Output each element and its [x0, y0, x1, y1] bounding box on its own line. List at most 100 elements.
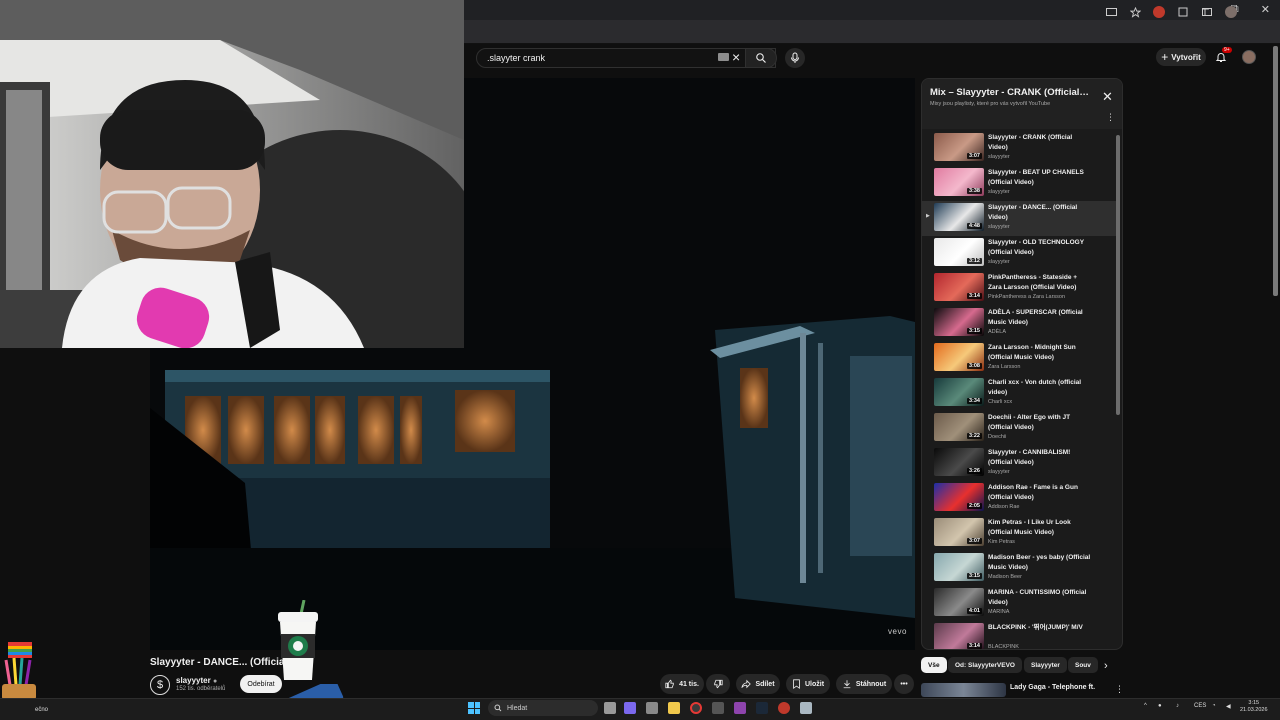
playlist-item-thumbnail[interactable]: 3:34 — [934, 378, 984, 406]
taskbar-clock[interactable]: 3:15 21.03.2026 — [1240, 700, 1268, 714]
sidebar-icon[interactable] — [1200, 5, 1214, 19]
save-label: Uložit — [804, 680, 825, 688]
playlist-item[interactable]: 3:12 Slayyyter - OLD TECHNOLOGY (Official… — [922, 236, 1116, 271]
playlist-item-title: ADÈLA - SUPERSCAR (Official Music Video) — [988, 309, 1083, 326]
app-icon-4[interactable] — [800, 702, 812, 714]
search-input[interactable]: .slayyter crank — [476, 48, 776, 68]
playlist-item[interactable]: 3:08 Zara Larsson - Midnight Sun (Officia… — [922, 341, 1116, 376]
task-view-icon[interactable] — [604, 702, 616, 714]
playlist-item-thumbnail[interactable]: 3:26 — [934, 448, 984, 476]
playlist-item-thumbnail[interactable]: 3:07 — [934, 518, 984, 546]
playlist-item[interactable]: 3:07 Kim Petras - I Like Ur Look (Officia… — [922, 516, 1116, 551]
playlist-item[interactable]: 3:34 Charli xcx - Von dutch (official vid… — [922, 376, 1116, 411]
next-video-thumbnail[interactable] — [921, 683, 1006, 697]
file-explorer-icon[interactable] — [668, 702, 680, 714]
playlist-item-duration: 3:15 — [966, 573, 982, 579]
next-video-menu-icon[interactable]: ⋮ — [1115, 684, 1124, 695]
playlist-item-thumbnail[interactable]: 3:14 — [934, 273, 984, 301]
chevron-right-icon[interactable]: › — [1104, 660, 1108, 672]
dislike-button[interactable] — [706, 674, 730, 694]
save-button[interactable]: Uložit — [786, 674, 830, 694]
playlist-item[interactable]: 3:14 PinkPantheress - Stateside + Zara La… — [922, 271, 1116, 306]
playlist-item-thumbnail[interactable]: 3:15 — [934, 553, 984, 581]
taskbar-weather-text[interactable]: ečno — [35, 707, 48, 713]
taskbar-search[interactable]: Hledat — [488, 700, 598, 716]
playlist-item[interactable]: 3:15 Madison Beer - yes baby (Official Mu… — [922, 551, 1116, 586]
bookmark-star-icon[interactable] — [1128, 5, 1142, 19]
chip-related[interactable]: Souv — [1068, 657, 1098, 673]
playlist-item[interactable]: 4:01 MARINA - CUNTISSIMO (Official Video)… — [922, 586, 1116, 621]
download-button[interactable]: Stáhnout — [836, 674, 892, 694]
microphone-tray-icon[interactable]: ♪ — [1176, 703, 1179, 709]
playlist-item[interactable]: 3:14 BLACKPINK - '뛰어(JUMP)' M/V BLACKPINK — [922, 621, 1116, 649]
channel-name[interactable]: slayyyter ● — [176, 676, 217, 685]
more-actions-button[interactable]: ••• — [894, 674, 914, 694]
playlist-item-duration: 3:38 — [966, 188, 982, 194]
playlist-item-channel: slayyyter — [988, 189, 1010, 195]
tray-chevron-icon[interactable]: ^ — [1144, 703, 1147, 709]
playlist-item[interactable]: 2:05 Addison Rae - Fame is a Gun (Officia… — [922, 481, 1116, 516]
playlist-item-thumbnail[interactable]: 3:07 — [934, 133, 984, 161]
playlist-item-thumbnail[interactable]: 3:22 — [934, 413, 984, 441]
playlist-item-duration: 4:01 — [966, 608, 982, 614]
app-icon-3[interactable] — [778, 702, 790, 714]
playlist-item[interactable]: ▶ 4:48 Slayyyter - DANCE... (Official Vide… — [922, 201, 1116, 236]
playlist-item-thumbnail[interactable]: 4:01 — [934, 588, 984, 616]
playlist-scrollbar[interactable] — [1116, 135, 1120, 415]
playlist-item-thumbnail[interactable]: 2:05 — [934, 483, 984, 511]
extensions-puzzle-icon[interactable] — [1176, 5, 1190, 19]
next-video-title[interactable]: Lady Gaga - Telephone ft. — [1010, 684, 1095, 691]
volume-icon[interactable]: ◀ — [1226, 703, 1231, 710]
search-button[interactable] — [745, 48, 777, 68]
playlist-item-title: Slayyyter - BEAT UP CHANELS (Official Vi… — [988, 169, 1084, 186]
playlist-item-thumbnail[interactable]: 3:12 — [934, 238, 984, 266]
playlist-item-thumbnail[interactable]: 3:38 — [934, 168, 984, 196]
playlist-item[interactable]: 3:22 Doechii - Alter Ego with JT (Officia… — [922, 411, 1116, 446]
app-icon-2[interactable] — [734, 702, 746, 714]
close-window-button[interactable]: ✕ — [1261, 3, 1270, 16]
playlist-item-duration: 3:07 — [966, 153, 982, 159]
windows-start-icon[interactable] — [468, 702, 480, 714]
keyboard-icon[interactable] — [718, 53, 729, 61]
cast-icon[interactable] — [1104, 5, 1118, 19]
tray-app-icon[interactable]: ● — [1158, 703, 1162, 709]
create-button[interactable]: + Vytvořit — [1156, 48, 1206, 66]
extension-icon[interactable] — [1152, 5, 1166, 19]
playlist-item-duration: 3:15 — [966, 328, 982, 334]
chip-from-channel[interactable]: Od: SlayyyterVEVO — [948, 657, 1022, 673]
page-scrollbar[interactable] — [1273, 46, 1278, 296]
browser-toolbar-icons — [1104, 5, 1238, 19]
playlist-menu-icon[interactable]: ⋮ — [1106, 112, 1115, 123]
playlist-item-thumbnail[interactable]: 4:48 — [934, 203, 984, 231]
voice-search-button[interactable] — [785, 48, 805, 68]
clear-search-icon[interactable]: × — [732, 49, 744, 65]
playlist-item[interactable]: 3:26 Slayyyter - CANNIBALISM! (Official V… — [922, 446, 1116, 481]
account-avatar[interactable] — [1242, 50, 1256, 64]
like-button[interactable]: 41 tis. — [660, 674, 704, 694]
share-button[interactable]: Sdílet — [736, 674, 780, 694]
steam-icon[interactable] — [756, 702, 768, 714]
chip-slayyyter[interactable]: Slayyyter — [1024, 657, 1067, 673]
playlist-item-thumbnail[interactable]: 3:15 — [934, 308, 984, 336]
playlist-item-channel: Madison Beer — [988, 574, 1022, 580]
playlist-title[interactable]: Mix – Slayyyter - CRANK (Official… — [930, 87, 1090, 98]
widgets-icon[interactable] — [646, 702, 658, 714]
network-icon[interactable]: ◔ — [1212, 703, 1216, 709]
close-playlist-icon[interactable]: ✕ — [1102, 89, 1113, 105]
browser-profile-icon[interactable] — [1224, 5, 1238, 19]
chrome-icon[interactable] — [690, 702, 702, 714]
video-title: Slayyyter - DANCE... (Official — [150, 657, 288, 668]
playlist-item-channel: slayyyter — [988, 259, 1010, 265]
playlist-item-duration: 3:26 — [966, 468, 982, 474]
playlist-item[interactable]: 3:07 Slayyyter - CRANK (Official Video) sl… — [922, 131, 1116, 166]
playlist-item[interactable]: 3:15 ADÈLA - SUPERSCAR (Official Music Vi… — [922, 306, 1116, 341]
playlist-item-thumbnail[interactable]: 3:08 — [934, 343, 984, 371]
playlist-item-thumbnail[interactable]: 3:14 — [934, 623, 984, 649]
coffee-cup-sticker — [278, 600, 318, 680]
app-icon-1[interactable] — [712, 702, 724, 714]
channel-avatar[interactable]: $ — [150, 675, 170, 695]
teams-icon[interactable] — [624, 702, 636, 714]
playlist-item[interactable]: 3:38 Slayyyter - BEAT UP CHANELS (Officia… — [922, 166, 1116, 201]
chip-all[interactable]: Vše — [921, 657, 947, 673]
input-language[interactable]: CES — [1194, 703, 1206, 709]
